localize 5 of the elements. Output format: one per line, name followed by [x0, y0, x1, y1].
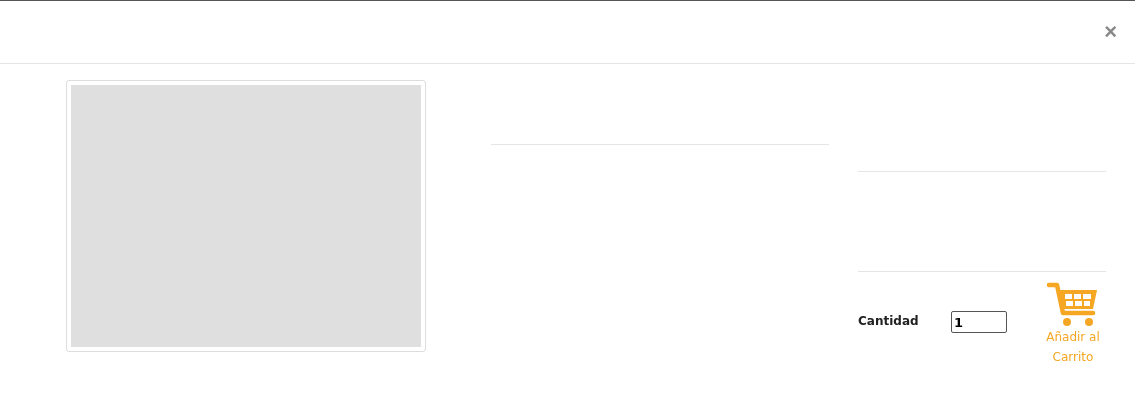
add-to-cart-button[interactable]: Añadir al Carrito	[1043, 281, 1103, 367]
close-button[interactable]: ×	[1100, 21, 1121, 43]
shopping-cart-icon	[1047, 281, 1099, 327]
quantity-label: Cantidad	[858, 314, 920, 328]
quantity-field[interactable]: 1	[951, 311, 1007, 333]
